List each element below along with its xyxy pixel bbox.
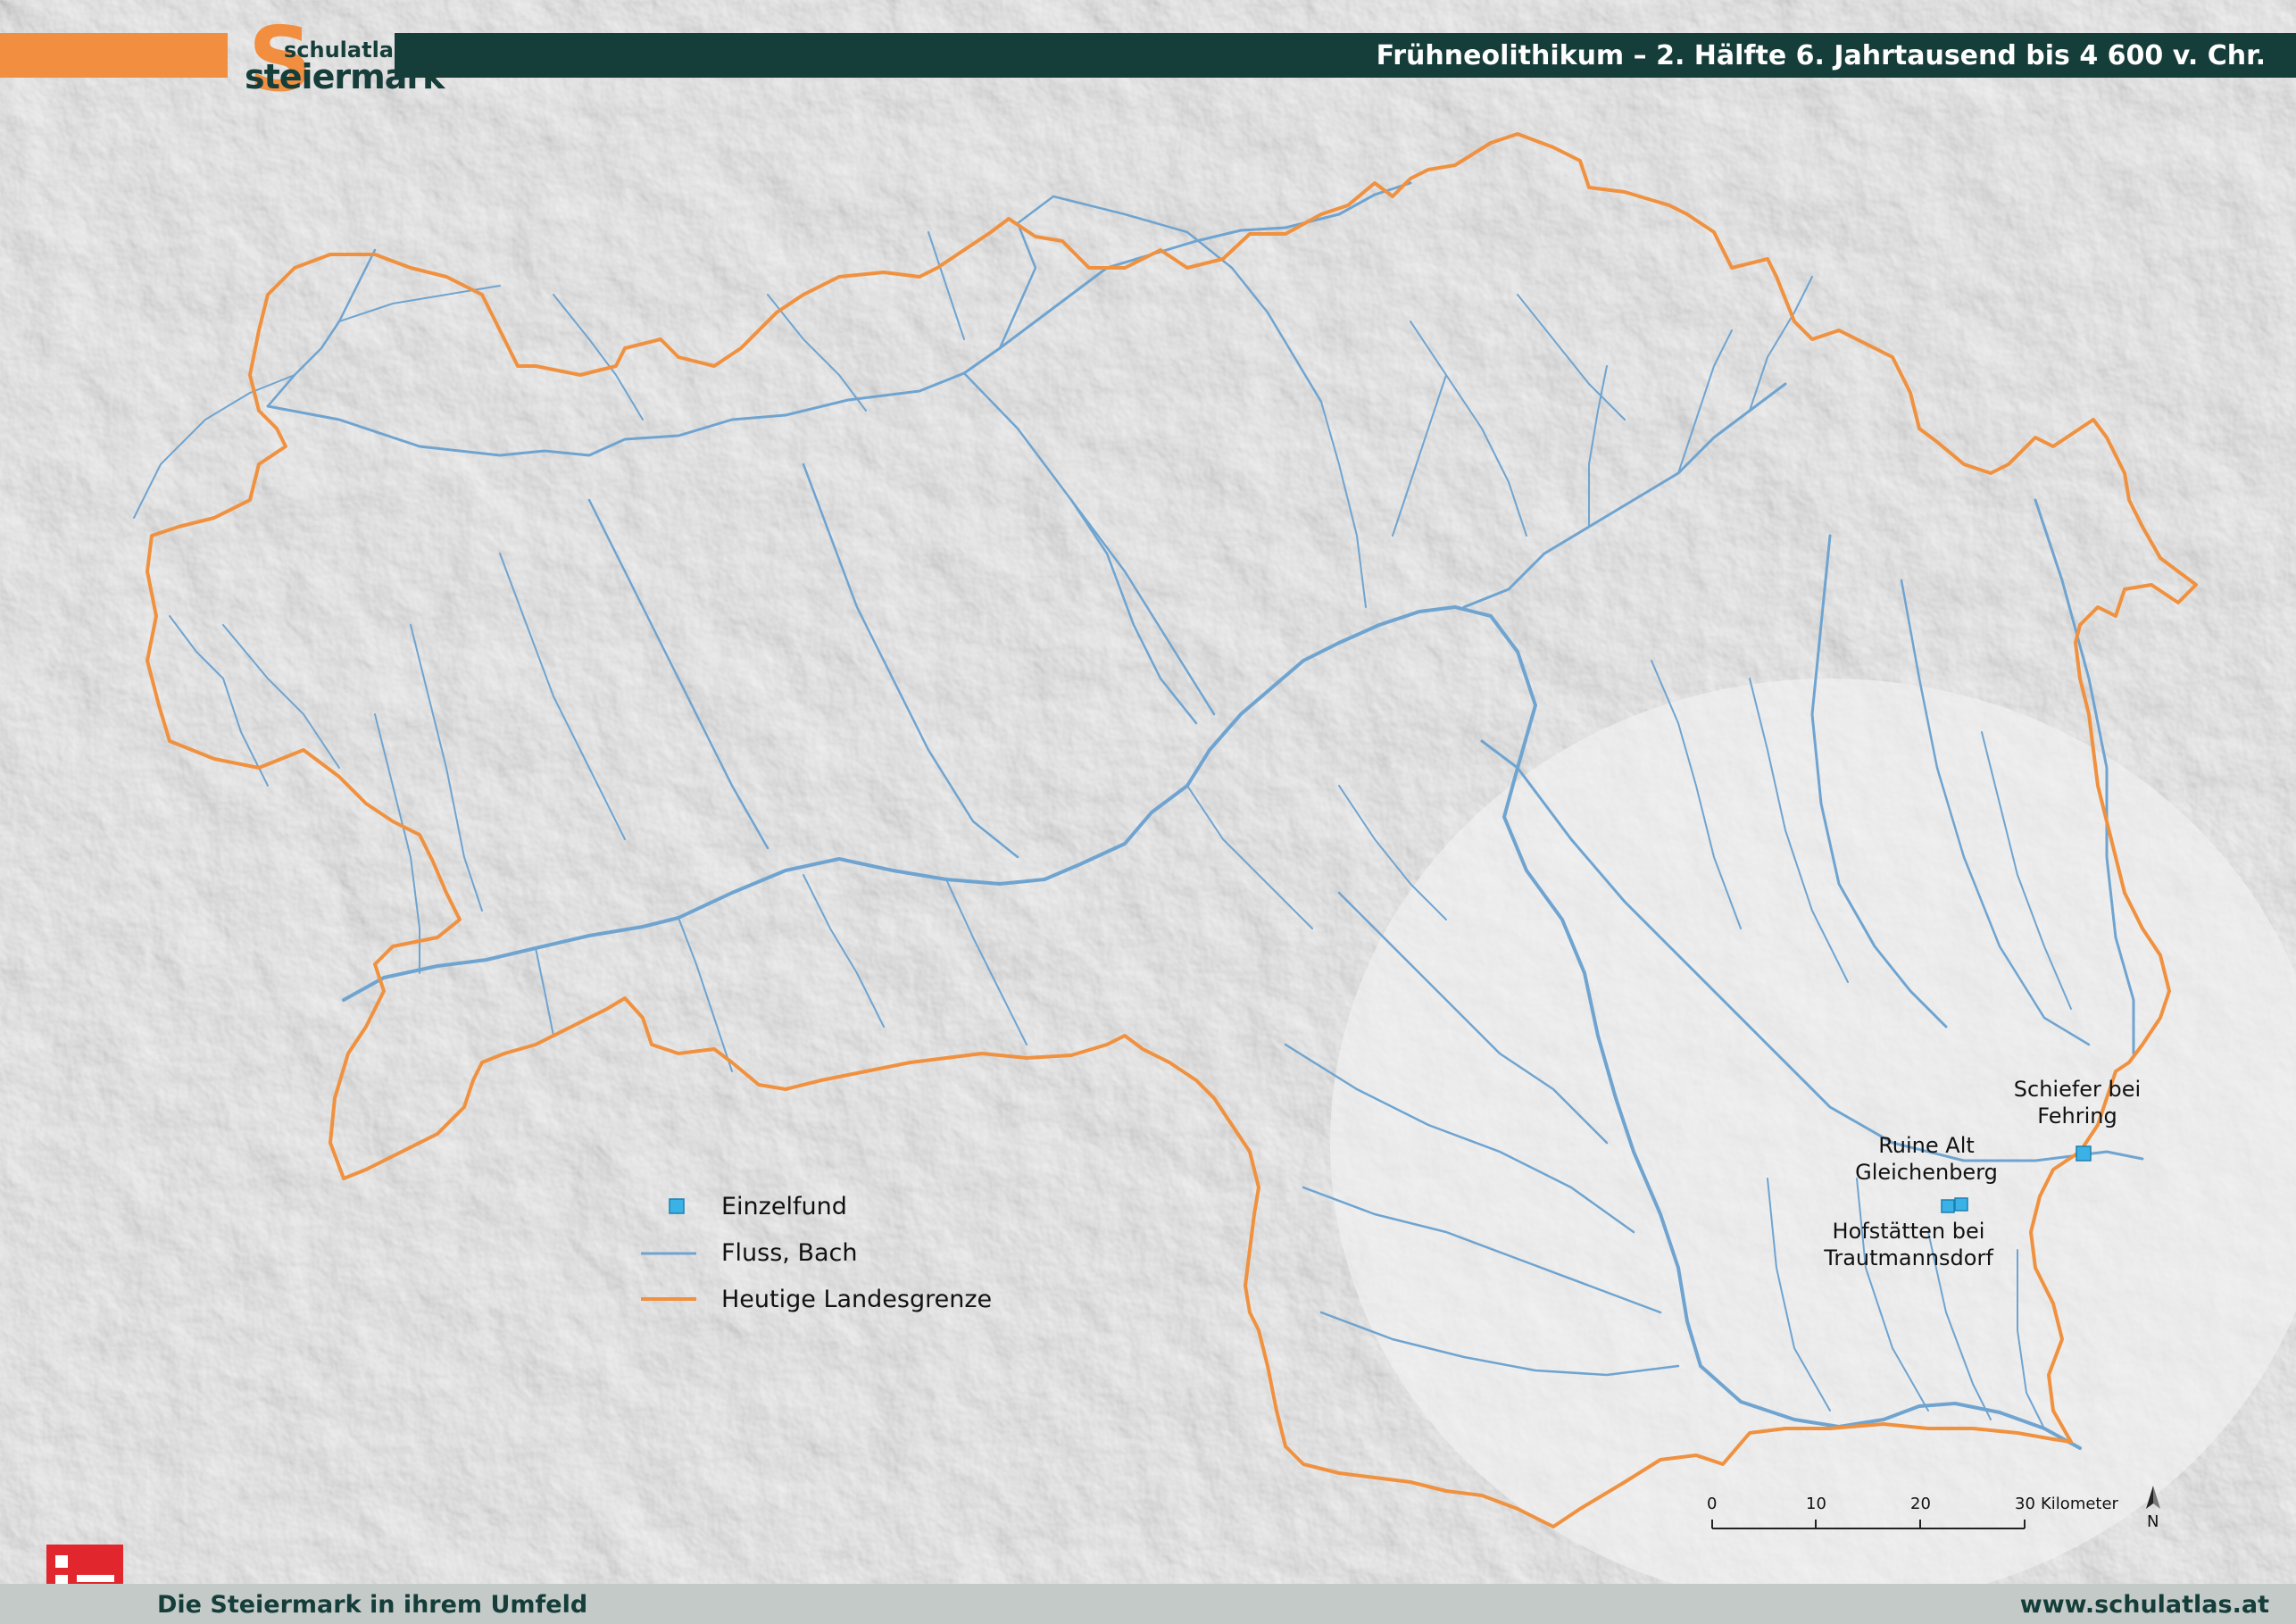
- footer-website-link[interactable]: www.schulatlas.at: [2020, 1586, 2269, 1624]
- schulatlas-logo[interactable]: S schulatlas steiermark: [230, 11, 445, 109]
- logo-bottom-text: steiermark: [245, 57, 445, 96]
- legend-item-river: Fluss, Bach: [721, 1239, 858, 1267]
- find-label-alt-gleichenberg: Ruine Alt Gleichenberg: [1855, 1133, 1998, 1185]
- footer-series-title: Die Steiermark in ihrem Umfeld: [157, 1591, 588, 1619]
- legend-item-find: Einzelfund: [721, 1193, 847, 1220]
- scale-tick-0: 0: [1707, 1495, 1718, 1513]
- hillshade-detail: [0, 0, 2296, 1624]
- find-label-hofstaetten: Hofstätten bei Trautmannsdorf: [1824, 1219, 1993, 1270]
- map-canvas: [0, 0, 2296, 1624]
- map-page: Frühneolithikum – 2. Hälfte 6. Jahrtause…: [0, 0, 2296, 1624]
- legend-item-border: Heutige Landesgrenze: [721, 1286, 993, 1313]
- scale-tick-30: 30: [2015, 1495, 2035, 1513]
- scale-unit: Kilometer: [2041, 1495, 2118, 1513]
- find-marker-alt-gleichenberg[interactable]: [1954, 1197, 1968, 1212]
- scale-tick-10: 10: [1806, 1495, 1826, 1513]
- find-label-schiefer: Schiefer bei Fehring: [2013, 1077, 2142, 1128]
- header-accent-bar: [0, 33, 228, 78]
- legend-find-symbol: [669, 1198, 685, 1214]
- scale-tick-20: 20: [1910, 1495, 1931, 1513]
- find-marker-hofstaetten[interactable]: [1941, 1199, 1955, 1213]
- north-label: N: [2147, 1512, 2159, 1531]
- find-marker-schiefer[interactable]: [2076, 1145, 2092, 1162]
- page-title: Frühneolithikum – 2. Hälfte 6. Jahrtause…: [1376, 40, 2266, 71]
